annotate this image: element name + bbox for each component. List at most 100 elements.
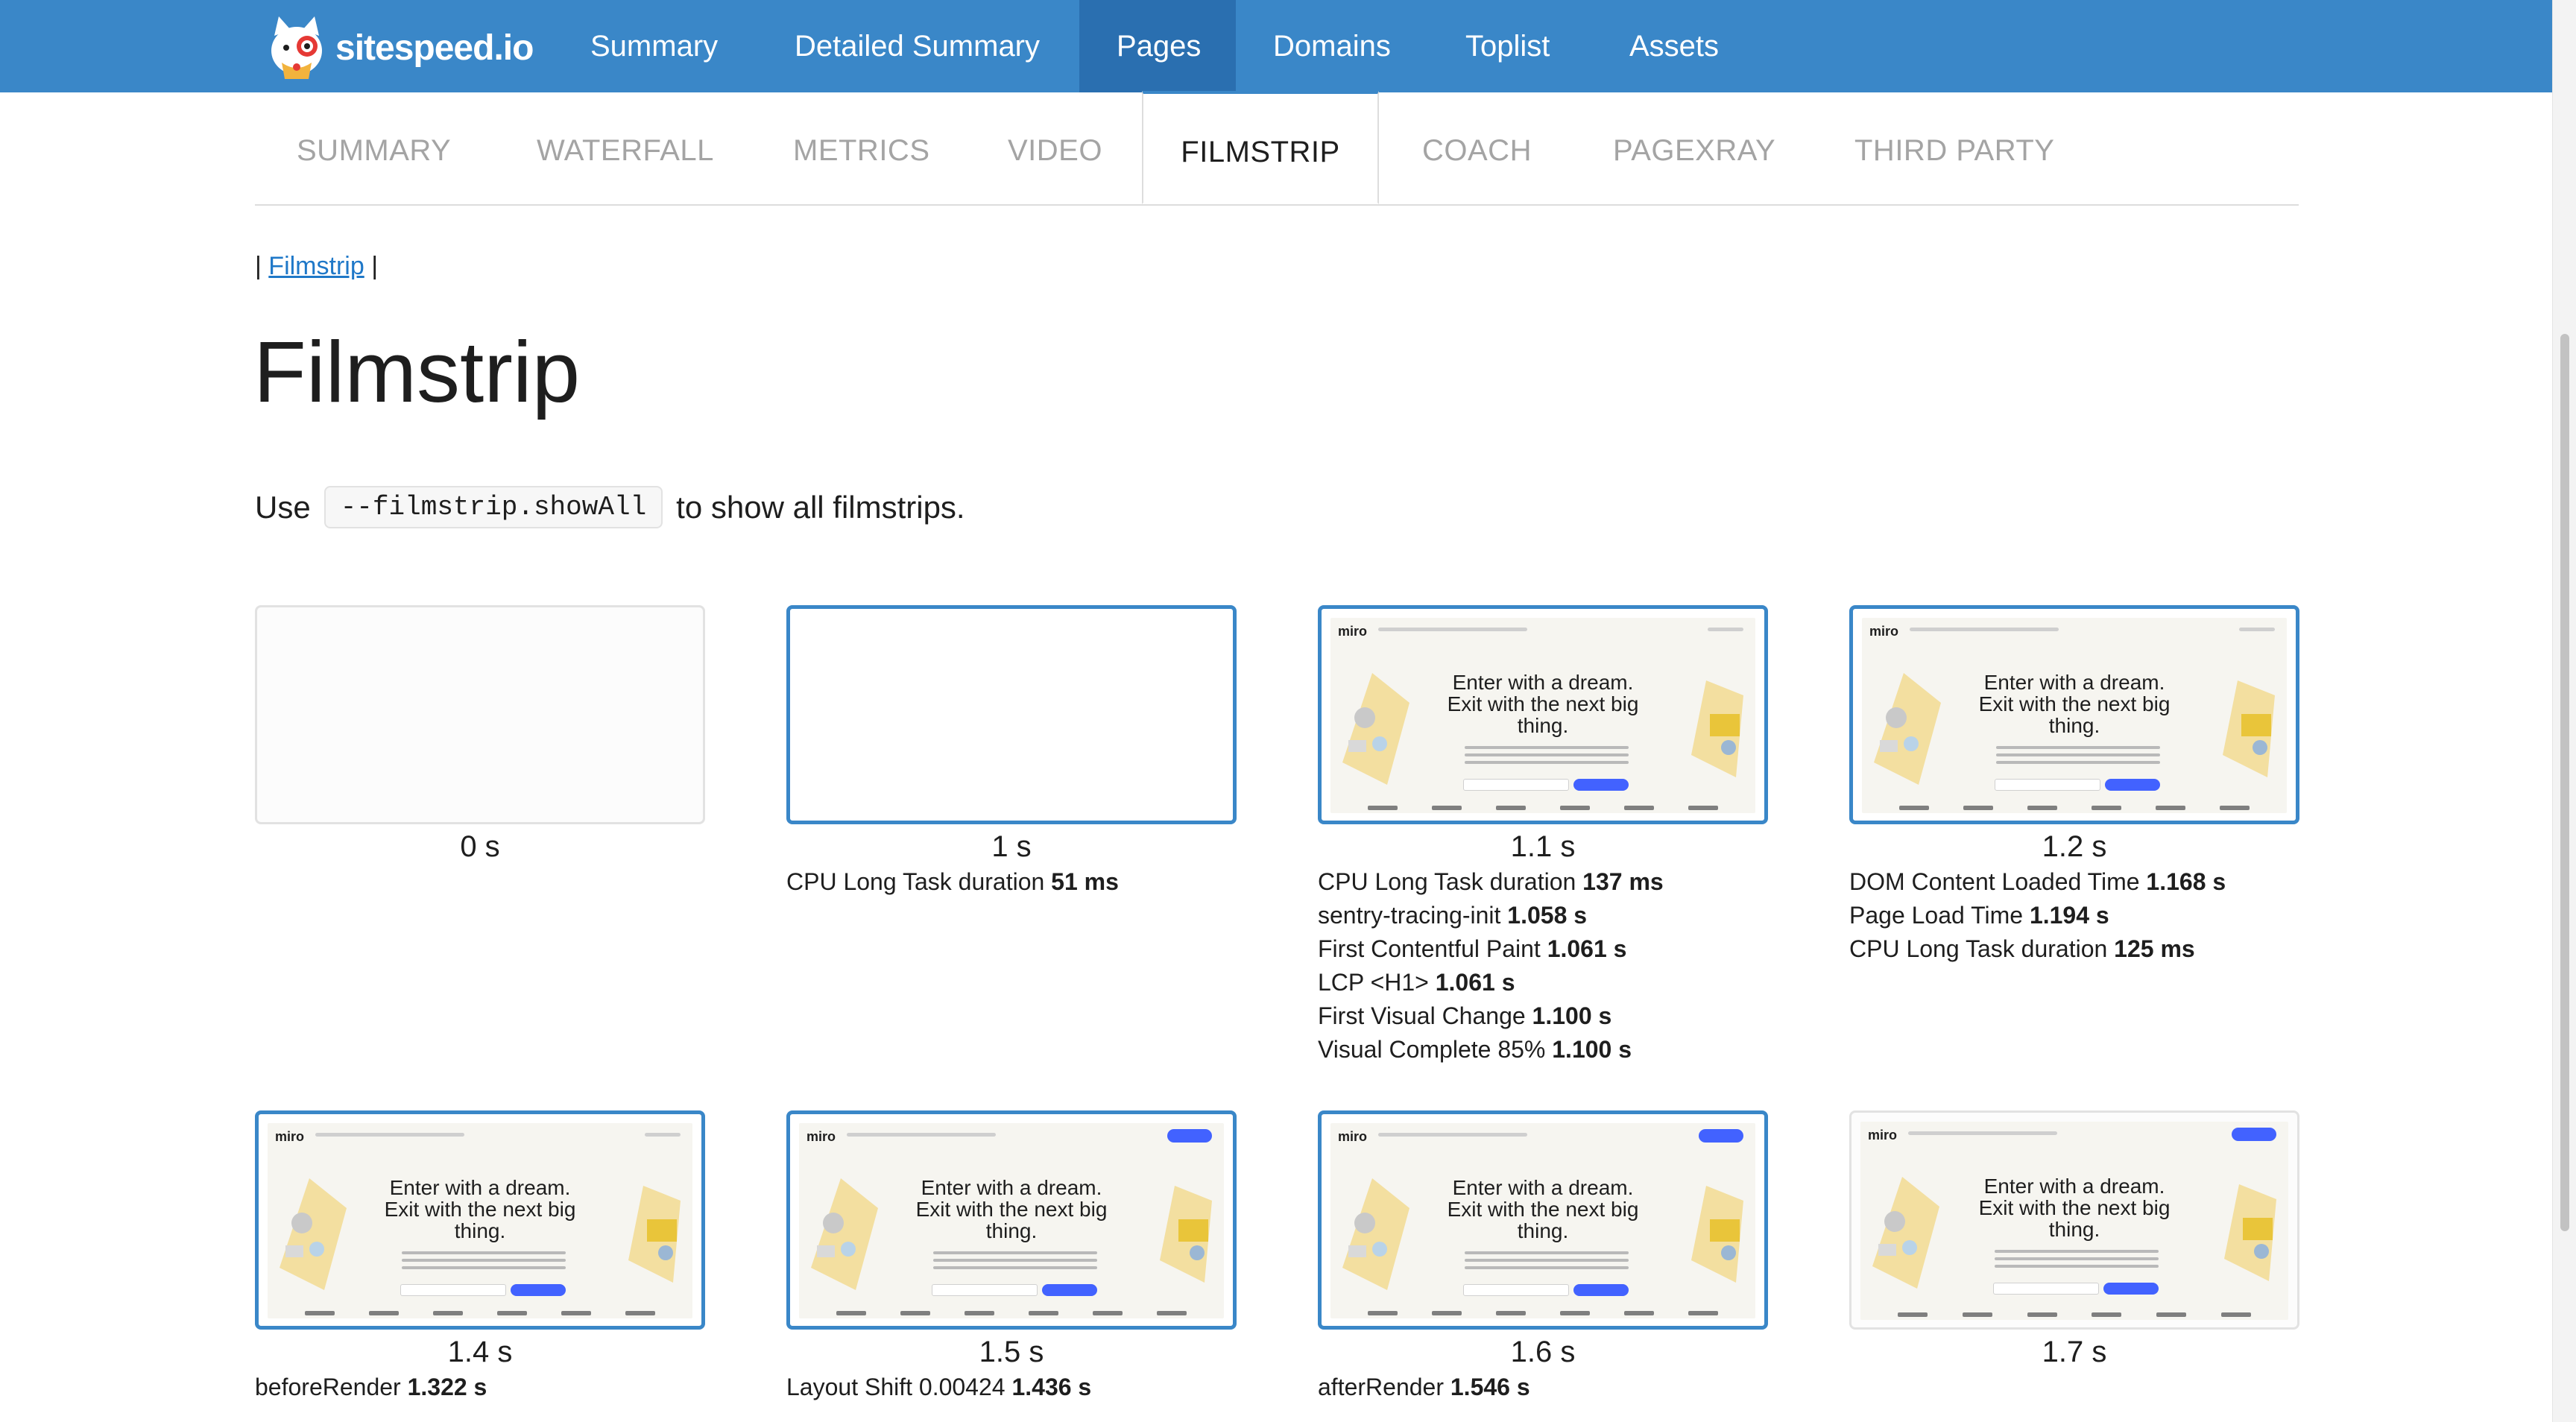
sitespeed-cat-icon [264,13,329,82]
metric-value: 1.100 s [1552,1036,1632,1063]
intro-text: Use --filmstrip.showAll to show all film… [255,486,965,528]
screenshot-signup-cta [2105,779,2160,791]
frame-time: 1.5 s [979,1336,1044,1368]
tab-metrics[interactable]: METRICS [793,92,930,204]
metric-row: sentry-tracing-init 1.058 s [1318,899,1768,932]
nav-domains[interactable]: Domains [1236,0,1428,92]
filmstrip-frame: 0 s [255,605,705,865]
nav-pages[interactable]: Pages [1079,0,1236,92]
frame-metrics: CPU Long Task duration 137 ms sentry-trac… [1318,865,1768,1066]
nav-summary[interactable]: Summary [553,0,755,92]
headline-line: Exit with the next big [384,1198,576,1221]
metric-row: afterRender 1.546 s [1318,1371,1768,1404]
breadcrumb: | Filmstrip | [255,252,378,281]
screenshot-headline: Enter with a dream. Exit with the next bi… [1330,672,1755,736]
screenshot-menu [847,1133,996,1137]
frame-screenshot[interactable]: miro Enter with a dream. Exit with the nex… [1849,605,2299,824]
screenshot-signup-cta [1573,779,1629,791]
frame-screenshot[interactable] [786,605,1237,824]
nav-toplist[interactable]: Toplist [1428,0,1587,92]
screenshot-customer-logos [1898,1312,2251,1317]
headline-line: Exit with the next big [1447,1198,1639,1221]
screenshot-signup-cta [1042,1284,1097,1296]
metric-value: 1.058 s [1507,902,1588,929]
frame-time: 0 s [460,830,500,863]
screenshot-subtext [402,1259,566,1262]
screenshot-subtext [1996,753,2160,756]
metric-row: Layout Shift 0.00424 1.436 s [786,1371,1237,1404]
metric-label: Visual Complete 85% [1318,1036,1553,1063]
tab-coach[interactable]: COACH [1422,92,1532,204]
tab-summary[interactable]: SUMMARY [297,92,451,204]
nav-assets[interactable]: Assets [1592,0,1756,92]
screenshot-headline: Enter with a dream. Exit with the next bi… [268,1177,692,1242]
frame-screenshot[interactable]: miro Enter with a dream. Exit with the nex… [255,1110,705,1330]
metric-row: LCP <H1> 1.061 s [1318,966,1768,999]
screenshot-menu [1378,1133,1527,1137]
filmstrip-frame: miro Enter with a dream. Exit with the nex… [1318,1110,1768,1404]
screenshot-customer-logos [1368,806,1718,810]
page-title: Filmstrip [253,323,581,420]
filmstrip-frame: miro Enter with a dream. Exit with the nex… [1849,605,2299,966]
filmstrip-frame: miro Enter with a dream. Exit with the nex… [255,1110,705,1404]
headline-line: Enter with a dream. [1983,1175,2165,1198]
metric-label: First Contentful Paint [1318,935,1547,962]
metric-value: 1.168 s [2146,868,2226,895]
metric-value: 1.546 s [1450,1374,1530,1400]
sitespeed-logo[interactable]: sitespeed.io [264,13,534,82]
screenshot-signup-button [1167,1129,1212,1143]
tab-filmstrip[interactable]: FILMSTRIP [1142,91,1379,204]
page-scrollbar[interactable] [2552,0,2576,1422]
screenshot-signup-button [1699,1129,1743,1143]
frame-screenshot[interactable]: miro Enter with a dream. Exit with the nex… [1849,1110,2299,1330]
frame-screenshot[interactable]: miro Enter with a dream. Exit with the nex… [1318,1110,1768,1330]
screenshot-subtext [1465,1259,1629,1262]
screenshot-subtext [402,1251,566,1254]
frame-screenshot[interactable]: miro Enter with a dream. Exit with the nex… [786,1110,1237,1330]
headline-line: thing. [454,1219,506,1242]
frame-time: 1.6 s [1510,1336,1576,1368]
metric-label: beforeRender [255,1374,408,1400]
metric-value: 1.061 s [1547,935,1627,962]
breadcrumb-filmstrip-link[interactable]: Filmstrip [268,252,364,280]
tab-video[interactable]: VIDEO [1008,92,1102,204]
headline-line: Enter with a dream. [1452,1176,1634,1199]
scrollbar-thumb[interactable] [2560,334,2569,1231]
screenshot-subtext [1465,1251,1629,1254]
screenshot-contact [2239,628,2275,631]
tab-waterfall[interactable]: WATERFALL [537,92,714,204]
filmstrip-frame: 1 s CPU Long Task duration 51 ms [786,605,1237,899]
headline-line: Enter with a dream. [1983,671,2165,694]
frame-time: 1.4 s [447,1336,513,1368]
metric-row: CPU Long Task duration 51 ms [786,865,1237,899]
screenshot-headline: Enter with a dream. Exit with the next bi… [1860,1175,2288,1240]
metric-label: CPU Long Task duration [1849,935,2115,962]
nav-detailed-summary[interactable]: Detailed Summary [757,0,1077,92]
page-screenshot: miro Enter with a dream. Exit with the nex… [1862,618,2287,813]
top-navigation: sitespeed.io Summary Detailed Summary Pa… [0,0,2552,92]
screenshot-customer-logos [1899,806,2250,810]
metric-label: First Visual Change [1318,1002,1532,1029]
screenshot-logo: miro [1869,624,1899,639]
screenshot-email-input [1463,1284,1569,1296]
filmstrip-frame: miro Enter with a dream. Exit with the nex… [1849,1110,2299,1371]
page-screenshot: miro Enter with a dream. Exit with the nex… [1330,1123,1755,1318]
frame-metrics: afterRender 1.546 s [1318,1371,1768,1404]
headline-line: Exit with the next big [1447,692,1639,715]
metric-label: Page Load Time [1849,902,2030,929]
intro-suffix: to show all filmstrips. [676,489,965,525]
screenshot-email-input [1993,1283,2099,1295]
frame-metrics: Layout Shift 0.00424 1.436 s [786,1371,1237,1404]
tab-pagexray[interactable]: PAGEXRAY [1613,92,1775,204]
breadcrumb-separator: | [255,252,262,280]
frame-metrics: DOM Content Loaded Time 1.168 s Page Load… [1849,865,2299,966]
filmstrip-frame: miro Enter with a dream. Exit with the nex… [786,1110,1237,1404]
screenshot-logo: miro [1338,624,1368,639]
screenshot-customer-logos [1368,1311,1718,1315]
tab-third-party[interactable]: THIRD PARTY [1854,92,2055,204]
frame-screenshot[interactable]: miro Enter with a dream. Exit with the nex… [1318,605,1768,824]
screenshot-subtext [1465,753,1629,756]
frame-screenshot[interactable] [255,605,705,824]
screenshot-subtext [933,1259,1097,1262]
page-screenshot: miro Enter with a dream. Exit with the nex… [1330,618,1755,813]
